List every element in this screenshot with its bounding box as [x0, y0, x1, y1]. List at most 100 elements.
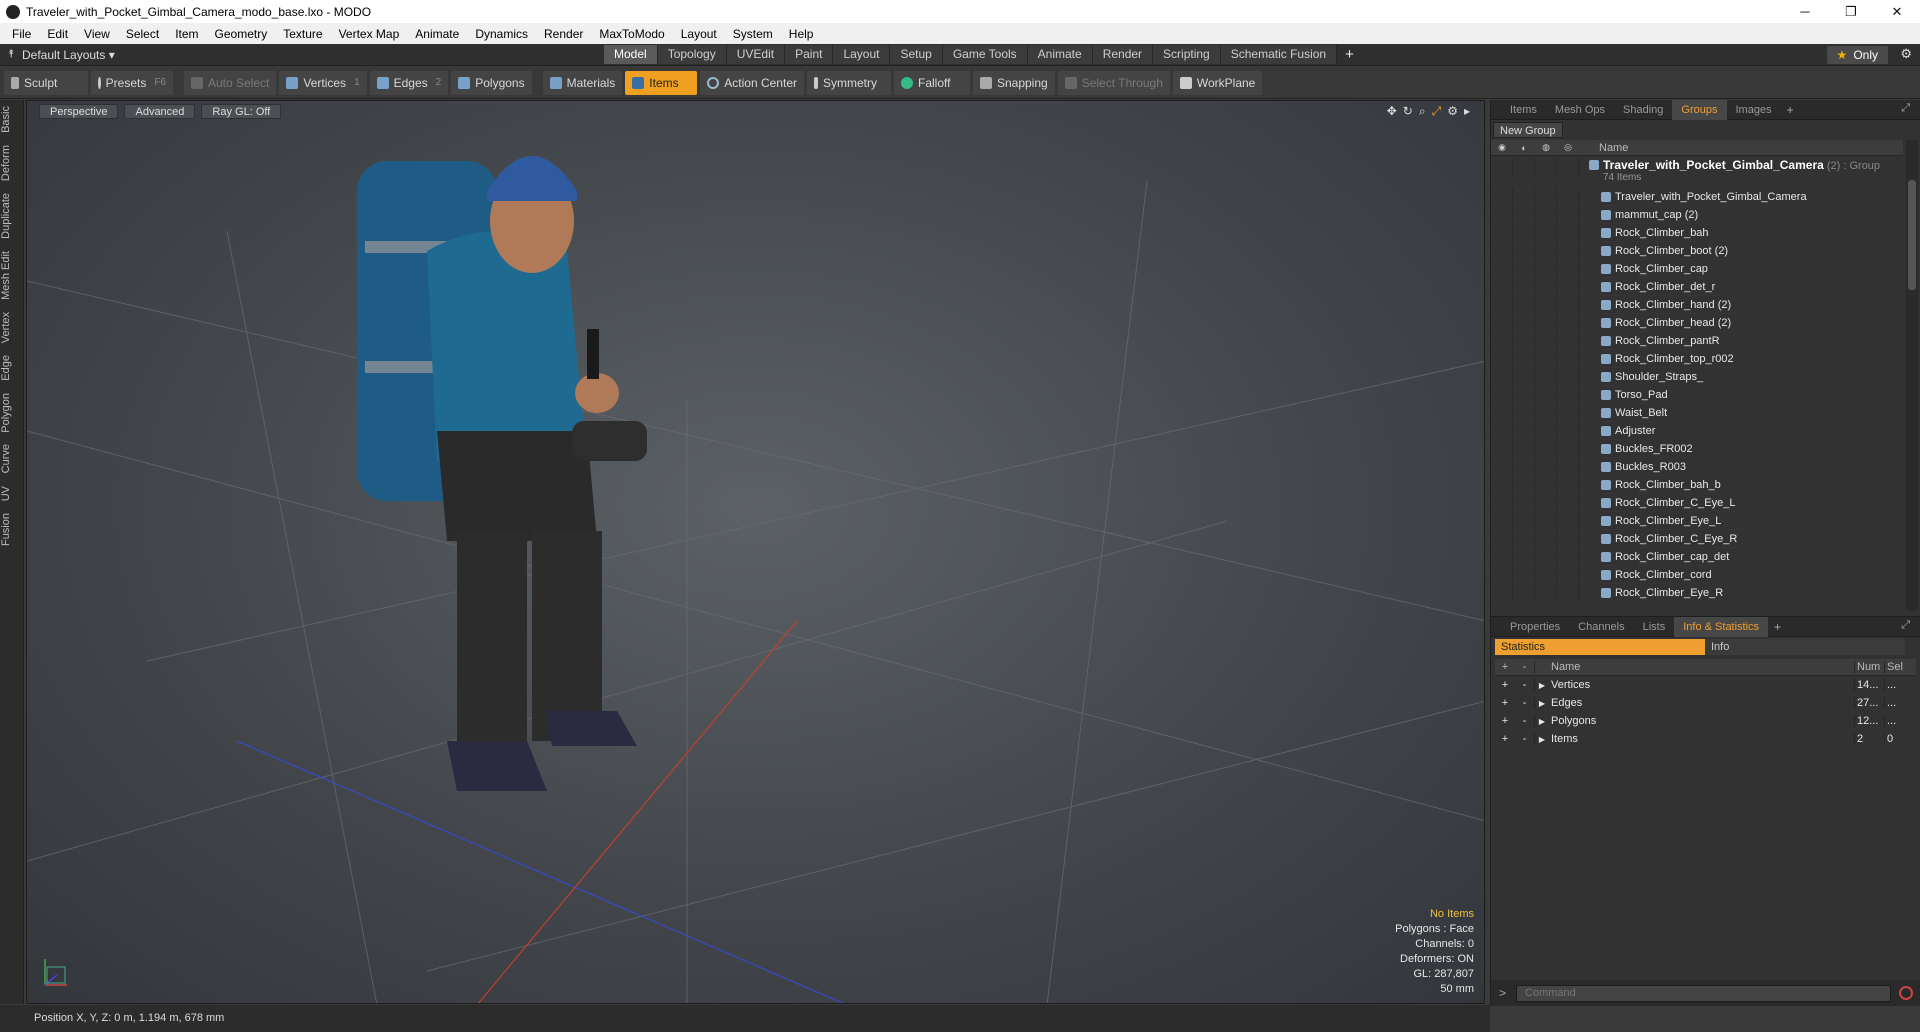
- tab-paint[interactable]: Paint: [785, 45, 834, 64]
- command-input[interactable]: [1516, 984, 1891, 1002]
- traveler-character-model[interactable]: [357, 156, 647, 791]
- shading-advanced-button[interactable]: Advanced: [124, 103, 196, 119]
- render-col-icon[interactable]: ◐: [1513, 143, 1535, 153]
- group-item-row[interactable]: Buckles_R003: [1491, 457, 1903, 476]
- group-item-row[interactable]: Shoulder_Straps_: [1491, 367, 1903, 386]
- groups-scrollbar[interactable]: [1906, 140, 1918, 610]
- tab-animate[interactable]: Animate: [1027, 45, 1093, 64]
- edges-button[interactable]: Edges 2: [369, 70, 449, 95]
- menu-vertex-map[interactable]: Vertex Map: [331, 27, 408, 41]
- presets-button[interactable]: Presets F6: [91, 70, 173, 95]
- vertices-button[interactable]: Vertices 1: [279, 70, 367, 95]
- left-tab-edge[interactable]: Edge: [0, 349, 24, 387]
- gear-icon[interactable]: ⚙: [1900, 46, 1912, 62]
- symmetry-button[interactable]: Symmetry: [806, 70, 891, 95]
- menu-maxtomodo[interactable]: MaxToModo: [591, 27, 672, 41]
- group-item-row[interactable]: Rock_Climber_cap_det: [1491, 547, 1903, 566]
- group-item-row[interactable]: Adjuster: [1491, 421, 1903, 440]
- group-item-row[interactable]: Rock_Climber_C_Eye_R: [1491, 529, 1903, 548]
- tab-items[interactable]: Items: [1501, 100, 1546, 120]
- tab-topology[interactable]: Topology: [657, 45, 727, 64]
- fit-view-icon[interactable]: ⤢: [1432, 104, 1442, 119]
- group-item-row[interactable]: Rock_Climber_top_r002: [1491, 349, 1903, 368]
- left-tab-curve[interactable]: Curve: [0, 438, 24, 479]
- tab-mesh-ops[interactable]: Mesh Ops: [1546, 100, 1614, 120]
- expand-panel-icon[interactable]: ⤢: [1901, 102, 1910, 115]
- select-col-icon[interactable]: ◎: [1557, 142, 1579, 153]
- group-item-row[interactable]: Rock_Climber_cord: [1491, 565, 1903, 584]
- tab-lists[interactable]: Lists: [1634, 617, 1675, 637]
- menu-animate[interactable]: Animate: [407, 27, 467, 41]
- group-item-row[interactable]: Torso_Pad: [1491, 385, 1903, 404]
- expand-arrow-icon[interactable]: ▶: [1535, 735, 1549, 744]
- tab-properties[interactable]: Properties: [1501, 617, 1569, 637]
- add-info-tab-icon[interactable]: +: [1768, 620, 1787, 634]
- remove-icon[interactable]: -: [1515, 715, 1535, 727]
- stats-row-edges[interactable]: + - ▶ Edges 27... ...: [1495, 694, 1916, 712]
- expand-info-panel-icon[interactable]: ⤢: [1901, 619, 1910, 632]
- snapping-button[interactable]: Snapping: [972, 70, 1055, 95]
- tab-uvedit[interactable]: UVEdit: [726, 45, 786, 64]
- menu-geometry[interactable]: Geometry: [207, 27, 276, 41]
- new-group-button[interactable]: New Group: [1493, 121, 1563, 138]
- stats-row-items[interactable]: + - ▶ Items 2 0: [1495, 730, 1916, 748]
- action-center-button[interactable]: Action Center: [700, 70, 804, 95]
- raygl-button[interactable]: Ray GL: Off: [201, 103, 282, 119]
- menu-item[interactable]: Item: [167, 27, 206, 41]
- view-perspective-button[interactable]: Perspective: [39, 103, 119, 119]
- group-row[interactable]: Traveler_with_Pocket_Gimbal_Camera (2) :…: [1491, 156, 1903, 188]
- left-tab-mesh-edit[interactable]: Mesh Edit: [0, 245, 24, 306]
- left-tab-fusion[interactable]: Fusion: [0, 507, 24, 552]
- tab-images[interactable]: Images: [1727, 100, 1781, 120]
- workplane-button[interactable]: WorkPlane: [1172, 70, 1263, 95]
- add-icon[interactable]: +: [1495, 733, 1515, 745]
- polygons-button[interactable]: Polygons: [451, 70, 532, 95]
- subtab-statistics[interactable]: Statistics: [1495, 639, 1705, 655]
- viewport-gear-icon[interactable]: ⚙: [1447, 104, 1458, 119]
- tab-setup[interactable]: Setup: [890, 45, 943, 64]
- tab-scripting[interactable]: Scripting: [1153, 45, 1221, 64]
- materials-button[interactable]: Materials: [542, 70, 623, 95]
- close-icon[interactable]: ✕: [1874, 0, 1920, 23]
- group-item-row[interactable]: Rock_Climber_cap: [1491, 259, 1903, 278]
- left-tab-polygon[interactable]: Polygon: [0, 387, 24, 439]
- group-item-row[interactable]: Rock_Climber_C_Eye_L: [1491, 493, 1903, 512]
- add-panel-tab-icon[interactable]: +: [1781, 103, 1800, 117]
- group-item-row[interactable]: Rock_Climber_boot (2): [1491, 241, 1903, 260]
- move-view-icon[interactable]: ✥: [1387, 104, 1397, 119]
- expand-arrow-icon[interactable]: ▶: [1535, 699, 1549, 708]
- left-tab-deform[interactable]: Deform: [0, 139, 24, 187]
- group-item-row[interactable]: mammut_cap (2): [1491, 205, 1903, 224]
- group-item-row[interactable]: Buckles_FR002: [1491, 439, 1903, 458]
- visibility-col-icon[interactable]: ◉: [1491, 142, 1513, 153]
- menu-help[interactable]: Help: [781, 27, 822, 41]
- group-item-row[interactable]: Rock_Climber_head (2): [1491, 313, 1903, 332]
- tab-schematic-fusion[interactable]: Schematic Fusion: [1220, 45, 1338, 64]
- tab-layout[interactable]: Layout: [833, 45, 891, 64]
- tab-model[interactable]: Model: [604, 45, 658, 64]
- zoom-view-icon[interactable]: ⌕: [1419, 104, 1426, 119]
- left-tab-uv[interactable]: UV: [0, 480, 24, 507]
- tab-info-statistics[interactable]: Info & Statistics: [1674, 616, 1769, 637]
- record-icon[interactable]: [1899, 986, 1913, 1000]
- stats-row-vertices[interactable]: + - ▶ Vertices 14... ...: [1495, 676, 1916, 694]
- layout-arrow-icon[interactable]: ⯭: [0, 48, 22, 61]
- tab-groups[interactable]: Groups: [1672, 99, 1727, 120]
- 3d-viewport[interactable]: Perspective Advanced Ray GL: Off ✥ ↻ ⌕ ⤢…: [26, 100, 1485, 1004]
- group-item-row[interactable]: Traveler_with_Pocket_Gimbal_Camera: [1491, 187, 1903, 206]
- menu-select[interactable]: Select: [118, 27, 167, 41]
- group-item-row[interactable]: Waist_Belt: [1491, 403, 1903, 422]
- group-item-row[interactable]: Rock_Climber_bah_b: [1491, 475, 1903, 494]
- add-icon[interactable]: +: [1495, 715, 1515, 727]
- menu-layout[interactable]: Layout: [673, 27, 725, 41]
- remove-icon[interactable]: -: [1515, 697, 1535, 709]
- group-item-row[interactable]: Rock_Climber_Eye_R: [1491, 583, 1903, 602]
- menu-dynamics[interactable]: Dynamics: [467, 27, 536, 41]
- left-tab-basic[interactable]: Basic: [0, 100, 24, 139]
- tab-game-tools[interactable]: Game Tools: [942, 45, 1028, 64]
- add-icon[interactable]: +: [1495, 697, 1515, 709]
- minimize-icon[interactable]: ─: [1782, 0, 1828, 23]
- stats-row-polygons[interactable]: + - ▶ Polygons 12... ...: [1495, 712, 1916, 730]
- sculpt-button[interactable]: Sculpt: [4, 70, 88, 95]
- tab-channels[interactable]: Channels: [1569, 617, 1633, 637]
